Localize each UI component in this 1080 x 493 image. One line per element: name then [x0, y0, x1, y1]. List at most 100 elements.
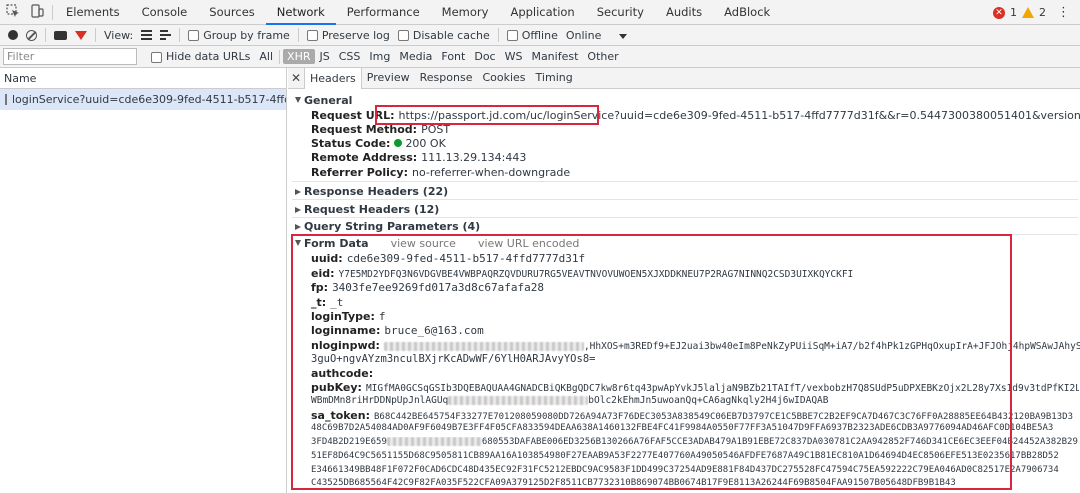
- group-by-frame-checkbox[interactable]: Group by frame: [188, 29, 290, 42]
- chevron-down-icon: [618, 33, 627, 39]
- preserve-log-label: Preserve log: [321, 28, 390, 42]
- filter-type-css[interactable]: CSS: [335, 49, 365, 64]
- collapsed-triangle-icon: [295, 189, 301, 195]
- toolbar-separator: [179, 28, 181, 42]
- hide-data-urls-checkbox[interactable]: Hide data URLs: [151, 50, 250, 63]
- tab-console[interactable]: Console: [131, 0, 199, 25]
- close-icon[interactable]: ✕: [288, 71, 304, 85]
- tab-cookies[interactable]: Cookies: [477, 68, 530, 88]
- device-toolbar-icon[interactable]: [30, 4, 44, 21]
- filter-type-js[interactable]: JS: [316, 49, 334, 64]
- record-icon[interactable]: [8, 30, 18, 40]
- disable-cache-checkbox[interactable]: Disable cache: [397, 28, 490, 42]
- detail-tabs: ✕ Headers Preview Response Cookies Timin…: [288, 67, 1080, 89]
- toolbar-separator: [45, 28, 46, 42]
- tab-audits[interactable]: Audits: [655, 0, 713, 25]
- expanded-triangle-icon: [295, 97, 301, 103]
- tab-security[interactable]: Security: [586, 0, 655, 25]
- view-label: View:: [104, 28, 134, 42]
- large-rows-icon[interactable]: [141, 30, 153, 40]
- request-headers-title: Request Headers (12): [304, 203, 440, 216]
- filter-type-other[interactable]: Other: [583, 49, 622, 64]
- name-column-header[interactable]: Name: [0, 68, 286, 89]
- tab-sources[interactable]: Sources: [198, 0, 266, 25]
- remote-address-row: Remote Address: 111.13.29.134:443: [311, 151, 526, 164]
- checkbox-icon: [506, 30, 518, 41]
- tab-application[interactable]: Application: [499, 0, 585, 25]
- offline-checkbox[interactable]: Offline: [506, 28, 558, 42]
- checkbox-icon: [306, 30, 318, 41]
- more-options-icon[interactable]: ⋮: [1057, 5, 1070, 20]
- status-ok-icon: [394, 139, 403, 147]
- checkbox-icon: [188, 30, 200, 41]
- filter-icon[interactable]: [75, 30, 87, 40]
- offline-label: Offline: [521, 28, 558, 42]
- tab-timing[interactable]: Timing: [531, 68, 578, 88]
- toolbar-separator: [279, 49, 281, 64]
- error-count: 1: [1010, 6, 1017, 19]
- network-toolbar: View: Group by frame Preserve log Disabl…: [0, 25, 1080, 46]
- disable-cache-label: Disable cache: [412, 28, 490, 42]
- response-headers-section[interactable]: Response Headers (22): [295, 185, 448, 198]
- filter-input[interactable]: [3, 48, 137, 65]
- filter-type-all[interactable]: All: [255, 49, 277, 64]
- tab-elements[interactable]: Elements: [55, 0, 131, 25]
- referrer-policy-row: Referrer Policy: no-referrer-when-downgra…: [311, 166, 570, 179]
- checkbox-icon: [397, 30, 409, 41]
- issue-counters[interactable]: ✕ 1 2 ⋮: [993, 5, 1070, 20]
- filter-type-ws[interactable]: WS: [501, 49, 527, 64]
- request-row[interactable]: loginService?uuid=cde6e309-9fed-4511-b51…: [0, 89, 286, 110]
- request-name: loginService?uuid=cde6e309-9fed-4511-b51…: [12, 93, 286, 106]
- warning-icon: [1022, 7, 1034, 18]
- tab-network[interactable]: Network: [265, 0, 336, 25]
- remote-address-label: Remote Address:: [311, 151, 418, 164]
- error-icon: ✕: [993, 6, 1005, 19]
- request-url-query: ?uuid=cde6e309-9fed-4511-b517-4ffd7777d3…: [614, 109, 1080, 122]
- general-title: General: [304, 94, 353, 107]
- filter-type-doc[interactable]: Doc: [470, 49, 499, 64]
- general-section-header[interactable]: General: [295, 94, 352, 107]
- collapsed-triangle-icon: [295, 224, 301, 230]
- referrer-policy-value: no-referrer-when-downgrade: [412, 166, 571, 179]
- tab-performance[interactable]: Performance: [336, 0, 431, 25]
- capture-screenshots-icon[interactable]: [54, 30, 67, 40]
- query-string-section[interactable]: Query String Parameters (4): [295, 220, 480, 233]
- tab-headers[interactable]: Headers: [304, 67, 362, 89]
- devtools-tab-bar: Elements Console Sources Network Perform…: [0, 0, 1080, 25]
- hide-data-urls-label: Hide data URLs: [166, 50, 251, 63]
- tab-adblock[interactable]: AdBlock: [713, 0, 781, 25]
- filter-bar: Hide data URLs All XHR JS CSS Img Media …: [0, 46, 1080, 68]
- status-code-row: Status Code: 200 OK: [311, 137, 446, 150]
- preserve-log-checkbox[interactable]: Preserve log: [306, 28, 390, 42]
- status-code-label: Status Code:: [311, 137, 391, 150]
- filter-type-manifest[interactable]: Manifest: [527, 49, 582, 64]
- document-icon: [5, 94, 7, 105]
- group-by-frame-label: Group by frame: [203, 28, 290, 42]
- filter-type-media[interactable]: Media: [395, 49, 436, 64]
- tab-preview[interactable]: Preview: [362, 68, 415, 88]
- inspect-element-icon[interactable]: [6, 4, 20, 21]
- remote-address-value: 111.13.29.134:443: [421, 151, 527, 164]
- tab-memory[interactable]: Memory: [431, 0, 500, 25]
- filter-type-img[interactable]: Img: [365, 49, 394, 64]
- overview-icon[interactable]: [160, 30, 172, 40]
- throttling-select[interactable]: Online: [566, 29, 627, 42]
- filter-type-xhr[interactable]: XHR: [283, 49, 315, 64]
- response-headers-title: Response Headers (22): [304, 185, 449, 198]
- section-divider: [292, 199, 1078, 200]
- request-method-label: Request Method:: [311, 123, 418, 136]
- request-detail-pane: ✕ Headers Preview Response Cookies Timin…: [288, 67, 1080, 493]
- toolbar-separator: [297, 28, 299, 42]
- annotation-box-form-data: [291, 234, 1012, 490]
- clear-icon[interactable]: [26, 29, 37, 41]
- query-string-title: Query String Parameters (4): [304, 220, 481, 233]
- request-method-row: Request Method: POST: [311, 123, 450, 136]
- section-divider: [292, 217, 1078, 218]
- request-headers-section[interactable]: Request Headers (12): [295, 203, 439, 216]
- tab-response[interactable]: Response: [415, 68, 478, 88]
- referrer-policy-label: Referrer Policy:: [311, 166, 408, 179]
- panel-tabs: Elements Console Sources Network Perform…: [55, 0, 781, 25]
- checkbox-icon: [151, 51, 162, 63]
- status-code-value: 200 OK: [405, 137, 446, 150]
- filter-type-font[interactable]: Font: [437, 49, 469, 64]
